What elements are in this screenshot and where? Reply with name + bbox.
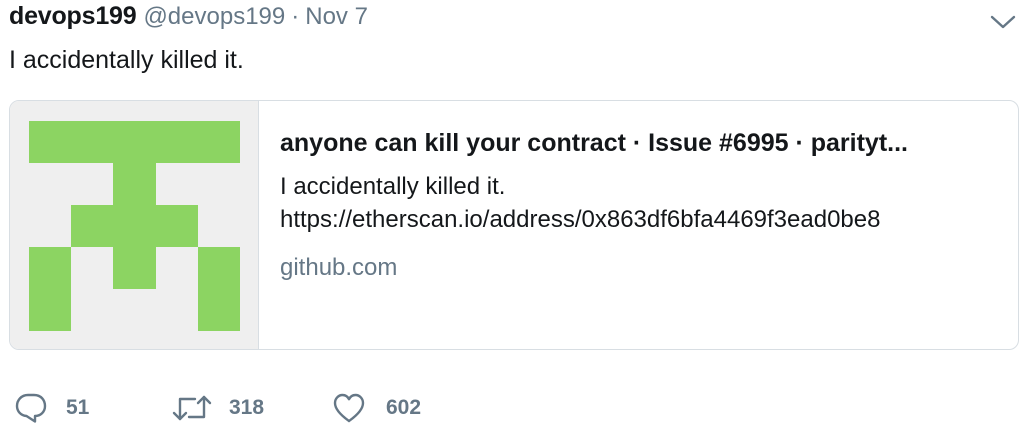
header-separator: ·	[291, 3, 300, 30]
tweet-header: devops199 @devops199 · Nov 7	[9, 2, 368, 38]
tweet-actions: 51 318 602	[14, 390, 514, 426]
like-count: 602	[386, 396, 422, 419]
username[interactable]: devops199	[9, 2, 137, 31]
card-thumbnail	[10, 101, 259, 349]
like-button[interactable]: 602	[332, 390, 421, 426]
retweet-count: 318	[229, 396, 265, 419]
card-title[interactable]: anyone can kill your contract · Issue #6…	[280, 126, 1004, 160]
card-domain: github.com	[280, 254, 398, 281]
card-description: I accidentally killed it. https://ethers…	[280, 170, 1004, 236]
card-description-line: https://etherscan.io/address/0x863df6bfa…	[280, 206, 881, 233]
reply-button[interactable]: 51	[14, 390, 89, 426]
link-card[interactable]: anyone can kill your contract · Issue #6…	[9, 100, 1019, 350]
tweet-text: I accidentally killed it.	[9, 46, 244, 74]
retweet-icon	[171, 393, 213, 423]
reply-icon	[14, 392, 48, 424]
identicon-image	[29, 121, 240, 331]
chevron-down-icon[interactable]	[990, 14, 1016, 30]
reply-count: 51	[66, 396, 90, 419]
heart-icon	[332, 392, 366, 424]
card-description-line: I accidentally killed it.	[280, 173, 506, 200]
retweet-button[interactable]: 318	[171, 390, 264, 426]
tweet-date[interactable]: Nov 7	[305, 3, 368, 31]
user-handle[interactable]: @devops199	[143, 3, 285, 31]
